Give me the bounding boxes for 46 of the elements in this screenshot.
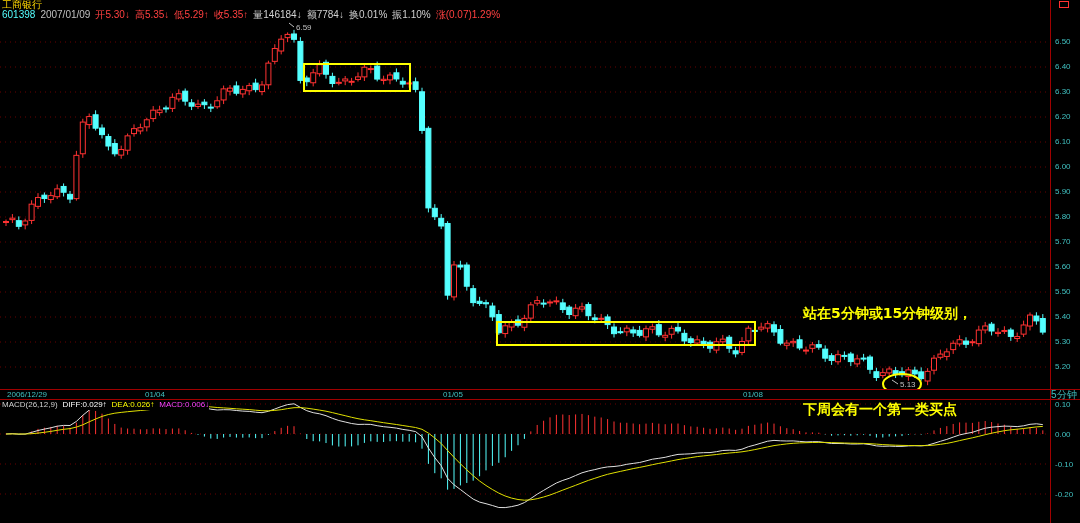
quote-date: 2007/01/09 [40, 10, 91, 20]
annotation-text: 下周会有一个第一类买点 [803, 400, 957, 419]
price-tick: 5.20 [1055, 362, 1071, 372]
period-label: 5分钟 [1051, 390, 1077, 399]
macd-value: MACD:0.006↓ [159, 400, 210, 410]
price-tick: 5.90 [1055, 187, 1071, 197]
price-tick: 5.40 [1055, 312, 1071, 322]
time-label: 01/08 [743, 390, 764, 399]
quote-field: 换0.01% [348, 10, 388, 20]
price-tick: 5.70 [1055, 237, 1071, 247]
quote-field: 振1.10% [392, 10, 431, 20]
quote-field: 涨(0.07)1.29% [435, 10, 501, 20]
price-tick: 6.00 [1055, 162, 1071, 172]
quote-field: 收5.35↑ [213, 10, 249, 20]
price-tick: 6.10 [1055, 137, 1071, 147]
price-tick: 5.30 [1055, 337, 1071, 347]
stock-name: 工商银行 [2, 0, 42, 10]
quote-field: 开5.30↓ [95, 10, 130, 20]
price-tick: 6.30 [1055, 87, 1071, 97]
leader-line [288, 22, 295, 28]
quote-field: 额7784↓ [306, 10, 344, 20]
leader-line [891, 379, 899, 385]
price-tick: 5.50 [1055, 287, 1071, 297]
macd-tick: 0.10 [1055, 400, 1071, 410]
stock-code: 601398 [2, 10, 36, 20]
dea-value: DEA:0.026↑ [111, 400, 155, 410]
price-label: 6.59 [296, 23, 312, 32]
price-tick: 6.40 [1055, 62, 1071, 72]
macd-tick: 0.00 [1055, 430, 1071, 440]
price-tick: 5.80 [1055, 212, 1071, 222]
price-tick: 6.50 [1055, 37, 1071, 47]
diff-value: DIFF:0.029↑ [62, 400, 107, 410]
price-tick: 6.20 [1055, 112, 1071, 122]
macd-tick: -0.20 [1055, 490, 1074, 500]
indicator-name: MACD(26,12,9) [2, 400, 58, 410]
price-label: 5.13 [900, 380, 916, 389]
time-label: 2006/12/29 [7, 390, 48, 399]
quote-field: 高5.35↓ [134, 10, 170, 20]
box-icon [1059, 1, 1069, 8]
quote-field: 低5.29↑ [174, 10, 209, 20]
time-label: 01/04 [145, 390, 166, 399]
time-label: 01/05 [443, 390, 464, 399]
price-tick: 5.60 [1055, 262, 1071, 272]
annotation-text: 站在5分钟或15分钟级别， [803, 304, 973, 323]
quote-field: 量146184↓ [253, 10, 302, 20]
macd-tick: -0.10 [1055, 460, 1074, 470]
